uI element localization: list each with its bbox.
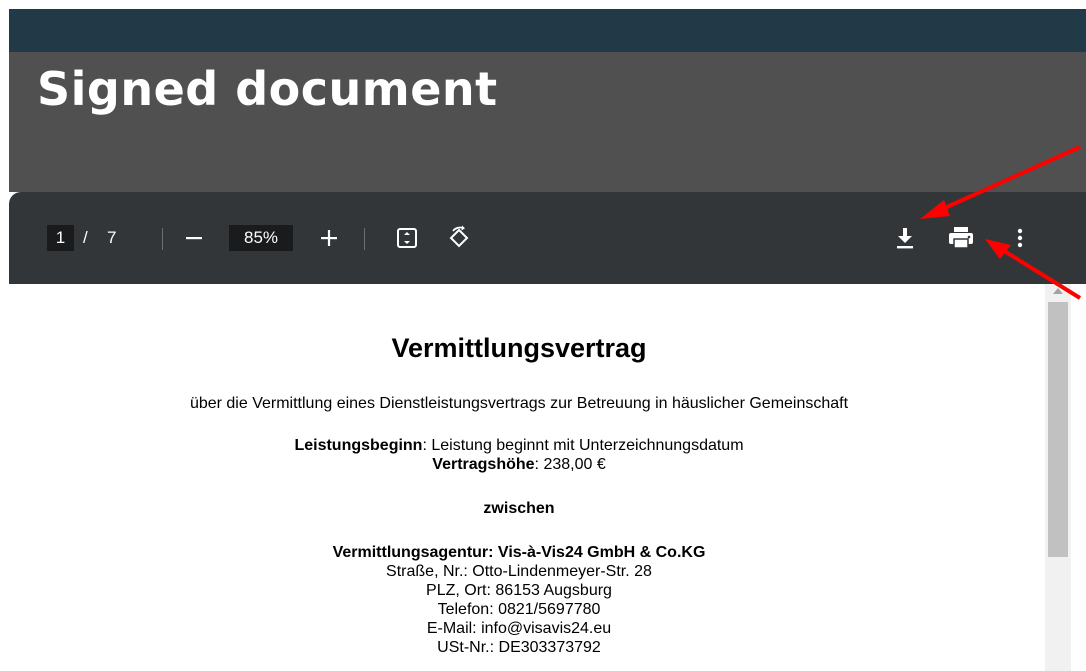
page-header: Signed document	[9, 52, 1086, 192]
page-title: Signed document	[37, 62, 498, 116]
contract-amount-label: Vertragshöhe	[432, 456, 535, 473]
top-bar	[9, 9, 1086, 52]
zoom-in-button[interactable]	[316, 225, 342, 251]
more-options-button[interactable]	[1009, 223, 1031, 253]
document-subtitle: über die Vermittlung eines Dienstleistun…	[189, 395, 849, 412]
rotate-icon	[449, 225, 469, 248]
vertical-scrollbar[interactable]	[1045, 284, 1071, 671]
page-number-input[interactable]: 1	[47, 225, 74, 251]
rotate-button[interactable]	[444, 223, 474, 253]
print-button[interactable]	[945, 223, 977, 253]
print-icon	[949, 227, 973, 249]
agency-vat: USt-Nr.: DE303373792	[437, 639, 601, 656]
agency-street: Straße, Nr.: Otto-Lindenmeyer-Str. 28	[386, 563, 652, 580]
document-area: Vermittlungsvertrag über die Vermittlung…	[9, 284, 1086, 671]
right-gutter	[1071, 284, 1086, 671]
download-icon	[897, 228, 913, 249]
contract-amount-value: : 238,00 €	[534, 456, 606, 473]
agency-name: Vermittlungsagentur: Vis-à-Vis24 GmbH & …	[332, 544, 706, 561]
between-text: zwischen	[483, 500, 555, 517]
service-start-line: Leistungsbeginn: Leistung beginnt mit Un…	[9, 436, 1029, 455]
pdf-page: Vermittlungsvertrag über die Vermittlung…	[9, 284, 1045, 671]
download-button[interactable]	[891, 223, 919, 253]
minus-icon	[186, 237, 202, 240]
top-margin	[0, 0, 1086, 9]
service-start-label: Leistungsbeginn	[294, 437, 423, 454]
service-start-value: : Leistung beginnt mit Unterzeichnungsda…	[422, 437, 744, 454]
scroll-thumb[interactable]	[1048, 302, 1068, 557]
scroll-up-arrow[interactable]	[1053, 288, 1063, 294]
fit-page-button[interactable]	[393, 224, 421, 252]
more-vertical-icon	[1017, 228, 1023, 248]
contract-amount-line: Vertragshöhe: 238,00 €	[9, 455, 1029, 474]
page-separator: /	[83, 228, 88, 247]
zoom-input[interactable]: 85%	[229, 225, 293, 251]
document-title: Vermittlungsvertrag	[391, 333, 647, 363]
zoom-out-button[interactable]	[181, 225, 207, 251]
pdf-viewer: 1 / 7 85% Vermittlungsvertrag über die V…	[9, 192, 1086, 671]
plus-icon	[321, 230, 337, 246]
toolbar-divider	[162, 228, 163, 250]
agency-city: PLZ, Ort: 86153 Augsburg	[426, 582, 612, 599]
agency-phone: Telefon: 0821/5697780	[437, 601, 601, 618]
agency-email: E-Mail: info@visavis24.eu	[426, 620, 612, 637]
toolbar-divider	[364, 228, 365, 250]
fit-page-icon	[397, 228, 417, 248]
pdf-toolbar: 1 / 7 85%	[9, 192, 1086, 284]
page-total: 7	[107, 228, 117, 247]
